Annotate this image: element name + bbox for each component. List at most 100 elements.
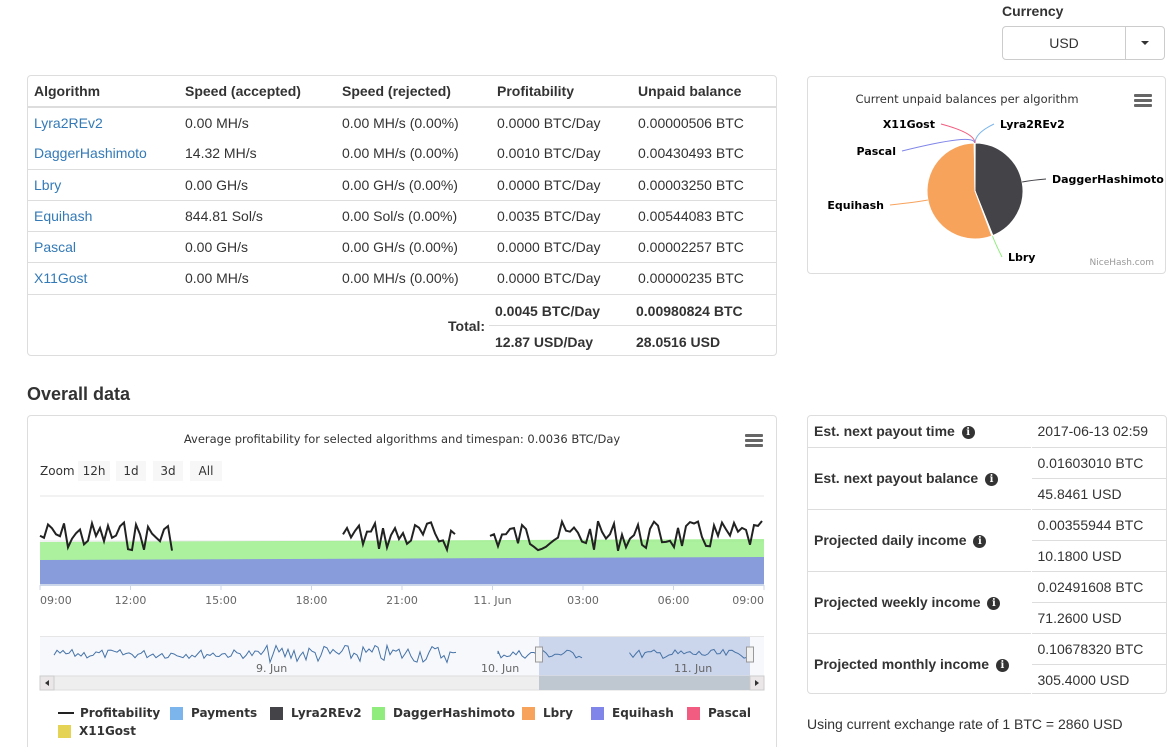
legend-item-pascal[interactable]: Pascal (687, 706, 751, 720)
speed-accepted: 0.00 GH/s (185, 238, 249, 255)
speed-rejected-cell: 0.00 MH/s (0.00%) (336, 261, 491, 293)
info-icon[interactable]: i (985, 473, 999, 486)
speed-rejected-cell: 0.00 GH/s (0.00%) (336, 230, 491, 262)
info-icon[interactable]: i (995, 659, 1009, 673)
unpaid-balance: 0.00003250 BTC (638, 176, 744, 193)
zoom-3d-button[interactable]: 3d (153, 461, 183, 481)
stats-value: 0.01603010 BTC (1031, 446, 1166, 478)
algorithm-link[interactable]: Equihash (34, 208, 92, 224)
legend-item-x11gost[interactable]: X11Gost (58, 724, 136, 738)
pie-label: X11Gost (883, 118, 935, 131)
algorithm-link[interactable]: DaggerHashimoto (34, 145, 147, 161)
stats-label-cell: Projected weekly income i (808, 570, 1032, 633)
info-icon[interactable]: i (987, 597, 1001, 610)
navigator-selection[interactable] (539, 637, 750, 676)
legend-swatch (591, 706, 604, 720)
legend-label: DaggerHashimoto (393, 706, 515, 720)
speed-rejected: 0.00 GH/s (0.00%) (342, 238, 458, 255)
unpaid-balance-cell: 0.00544083 BTC (632, 199, 776, 231)
unpaid-balance: 0.00000235 BTC (638, 269, 744, 286)
speed-accepted: 0.00 MH/s (185, 269, 249, 286)
algorithm-link-cell: Equihash (28, 199, 179, 231)
speed-accepted: 0.00 GH/s (185, 176, 249, 193)
pie-connector (889, 199, 928, 206)
legend-label: Pascal (708, 706, 752, 720)
pie-label: DaggerHashimoto (1052, 173, 1164, 186)
x-tick-label: 06:00 (658, 594, 690, 607)
legend-label: Equihash (612, 706, 674, 720)
hamburger-menu-icon[interactable] (745, 434, 763, 447)
header-unpaid-balance: Unpaid balance (632, 76, 776, 108)
scrollbar-thumb[interactable] (539, 676, 750, 690)
algorithm-link[interactable]: X11Gost (34, 270, 87, 286)
legend-item-profitability[interactable]: Profitability (58, 706, 160, 720)
legend-label: Payments (191, 706, 258, 720)
currency-select[interactable]: USD (1002, 26, 1165, 60)
algorithm-link[interactable]: Pascal (34, 239, 76, 255)
legend-item-lyra2rev2[interactable]: Lyra2REv2 (270, 706, 362, 720)
speed-accepted: 0.00 MH/s (185, 115, 249, 131)
table-row: X11Gost 0.00 MH/s 0.00 MH/s (0.00%) 0.0000 … (28, 261, 776, 293)
currency-dropdown-toggle[interactable] (1126, 27, 1164, 59)
legend-label: Profitability (80, 706, 161, 720)
speed-accepted-cell: 844.81 Sol/s (179, 199, 336, 231)
payout-stats-table: Est. next payout time i 2017-06-13 02:59 E… (808, 416, 1166, 695)
profitability: 0.0000 BTC/Day (497, 115, 601, 131)
algorithm-link-cell: X11Gost (28, 261, 179, 293)
navigator-handle[interactable] (535, 646, 543, 663)
stats-value: 0.02491608 BTC (1031, 570, 1166, 602)
stats-label-cell: Est. next payout time i (808, 416, 1032, 447)
zoom-12h-button[interactable]: 12h (78, 461, 110, 481)
table-row: Lyra2REv2 0.00 MH/s 0.00 MH/s (0.00%) 0.000… (28, 106, 776, 138)
speed-accepted: 844.81 Sol/s (185, 207, 263, 224)
pie-label: Lbry (1008, 251, 1035, 264)
info-icon[interactable]: i (973, 535, 987, 548)
zoom-all-button[interactable]: All (190, 461, 222, 481)
overall-chart-title: Average profitability for selected algor… (183, 432, 621, 446)
table-header-row: Algorithm Speed (accepted) Speed (reject… (28, 76, 776, 108)
x-tick-label: 09:00 (732, 594, 764, 607)
stats-value: 2017-06-13 02:59 (1037, 423, 1149, 440)
navigator-label: 11. Jun (674, 662, 712, 675)
pie-label: Lyra2REv2 (1000, 118, 1065, 131)
legend-swatch (58, 724, 71, 738)
zoom-1d-button[interactable]: 1d (116, 461, 146, 481)
stats-row: Est. next payout time i 2017-06-13 02:59 (808, 416, 1166, 447)
legend-label: X11Gost (79, 724, 136, 738)
stats-value: 71.2600 USD (1031, 601, 1166, 633)
stats-label-cell: Projected monthly income i (808, 632, 1032, 695)
algorithm-link-cell: Pascal (28, 230, 179, 262)
exchange-rate-text: Using current exchange rate of 1 BTC = 2… (807, 716, 1123, 732)
algorithm-link-cell: Lbry (28, 168, 179, 200)
speed-rejected-cell: 0.00 GH/s (0.00%) (336, 168, 491, 200)
algorithm-link[interactable]: Lbry (34, 177, 61, 193)
chart-credit[interactable]: NiceHash.com (1090, 258, 1154, 268)
profitability: 0.0010 BTC/Day (497, 145, 601, 162)
profitability-area-chart[interactable]: 09:00 12:00 15:00 18:00 21:00 11. Jun 03:00 06:… (28, 486, 776, 706)
speed-rejected-cell: 0.00 Sol/s (0.00%) (336, 199, 491, 231)
x-tick-label: 12:00 (115, 594, 147, 607)
unpaid-balance-cell: 0.00000235 BTC (632, 261, 776, 293)
table-row: Lbry 0.00 GH/s 0.00 GH/s (0.00%) 0.0000 BTC… (28, 168, 776, 200)
speed-rejected: 0.00 MH/s (0.00%) (342, 115, 459, 131)
total-profit-btc: 0.0045 BTC/Day (495, 303, 601, 319)
legend-item-payments[interactable]: Payments (170, 706, 257, 720)
unpaid-balance: 0.00002257 BTC (638, 238, 744, 255)
area-equihash[interactable] (40, 557, 764, 584)
unpaid-balance-cell: 0.00002257 BTC (632, 230, 776, 262)
stats-label-cell: Projected daily income i (808, 508, 1032, 571)
legend-item-lbry[interactable]: Lbry (522, 706, 573, 720)
legend-swatch (522, 706, 535, 720)
table-row: Pascal 0.00 GH/s 0.00 GH/s (0.00%) 0.0000 B… (28, 230, 776, 262)
navigator-handle[interactable] (746, 646, 754, 663)
algorithm-link[interactable]: Lyra2REv2 (34, 115, 103, 131)
legend-swatch (687, 706, 700, 720)
profitability-cell: 0.0000 BTC/Day (491, 230, 632, 262)
info-icon[interactable]: i (961, 426, 975, 440)
legend-item-equihash[interactable]: Equihash (591, 706, 674, 720)
unpaid-balance-cell: 0.00003250 BTC (632, 168, 776, 200)
legend-swatch (58, 712, 74, 714)
total-profit-usd: 12.87 USD/Day (495, 334, 594, 350)
legend-item-daggerhashimoto[interactable]: DaggerHashimoto (372, 706, 515, 720)
speed-rejected: 0.00 MH/s (0.00%) (342, 145, 459, 162)
